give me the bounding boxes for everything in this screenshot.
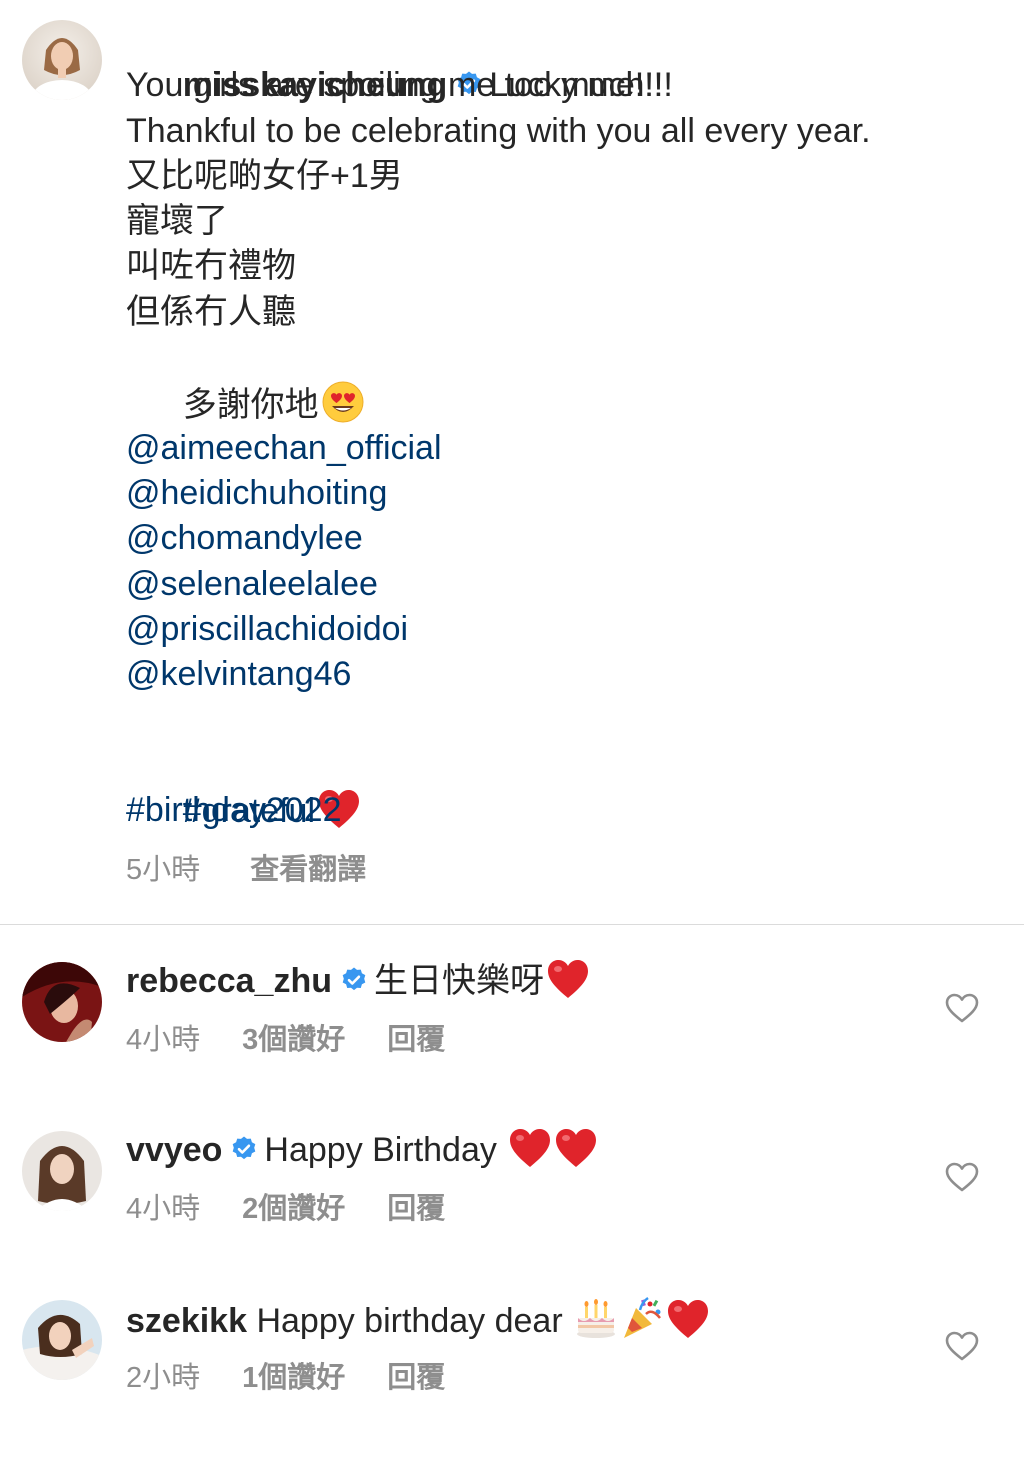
comment-username[interactable]: rebecca_zhu <box>126 962 332 1000</box>
reply-button[interactable]: 回覆 <box>387 1193 445 1225</box>
caption-line: You girls are spoiling me too much!!! <box>126 66 673 105</box>
hashtag-link[interactable]: #birthday2022 <box>126 788 1006 833</box>
comment-item: rebecca_zhu 生日快樂呀 4小時 3個讚好 回覆 <box>0 960 1024 1130</box>
caption-line: 但係冇人聽 <box>126 292 296 331</box>
caption-line: 寵壞了 <box>126 202 228 241</box>
comment-text: Happy birthday dear <box>256 1302 573 1340</box>
comment-item: szekikk Happy birthday dear 2小時 1個讚好 回覆 <box>0 1296 1024 1468</box>
birthday-cake-emoji-icon <box>574 1296 618 1351</box>
comment-timestamp: 4小時 <box>126 1024 201 1056</box>
avatar[interactable] <box>22 1300 102 1380</box>
caption-line: 叫咗冇禮物 <box>126 247 296 286</box>
like-heart-icon[interactable] <box>944 1330 980 1362</box>
comment-timestamp: 4小時 <box>126 1193 201 1225</box>
mention-link[interactable]: @chomandylee <box>126 516 1006 561</box>
avatar[interactable] <box>22 962 102 1042</box>
comment-username[interactable]: vvyeo <box>126 1131 222 1169</box>
red-heart-emoji-icon <box>508 1127 552 1180</box>
caption-line: 又比呢啲女仔+1男 <box>126 156 403 195</box>
avatar[interactable] <box>22 1131 102 1211</box>
like-heart-icon[interactable] <box>944 1161 980 1193</box>
red-heart-emoji-icon <box>666 1298 710 1351</box>
reply-button[interactable]: 回覆 <box>387 1362 445 1394</box>
avatar[interactable] <box>22 20 102 100</box>
reply-button[interactable]: 回覆 <box>387 1024 445 1056</box>
mention-link[interactable]: @aimeechan_official <box>126 426 1006 471</box>
comment-item: vvyeo Happy Birthday 4小時 2個讚好 回覆 <box>0 1129 1024 1299</box>
comment-text: Happy Birthday <box>264 1131 507 1169</box>
like-heart-icon[interactable] <box>944 992 980 1024</box>
comment-likes-count[interactable]: 2個讚好 <box>242 1193 345 1225</box>
verified-badge-icon <box>340 961 368 1005</box>
comment-likes-count[interactable]: 1個讚好 <box>242 1362 345 1394</box>
caption-timestamp: 5小時 <box>126 854 201 886</box>
red-heart-emoji-icon <box>554 1127 598 1180</box>
mention-link[interactable]: @priscillachidoidoi <box>126 607 1006 652</box>
verified-badge-icon <box>230 1130 258 1174</box>
comment-timestamp: 2小時 <box>126 1362 201 1394</box>
comment-likes-count[interactable]: 3個讚好 <box>242 1024 345 1056</box>
red-heart-emoji-icon <box>546 958 590 1011</box>
mention-link[interactable]: @heidichuhoiting <box>126 471 1006 516</box>
mention-link[interactable]: @selenaleelalee <box>126 562 1006 607</box>
caption-line: Thankful to be celebrating with you all … <box>126 111 871 150</box>
divider <box>0 924 1024 925</box>
comment-text: 生日快樂呀 <box>374 962 544 1000</box>
party-popper-emoji-icon <box>620 1296 664 1351</box>
caption-meta: 5小時 查看翻譯 <box>126 846 366 888</box>
comment-username[interactable]: szekikk <box>126 1302 247 1340</box>
post-caption: misskayicheung Lucky me!!! You girls are … <box>0 0 1024 925</box>
mention-link[interactable]: @kelvintang46 <box>126 652 1006 697</box>
see-translation-link[interactable]: 查看翻譯 <box>250 846 366 888</box>
caption-line: 多謝你地 <box>182 386 319 425</box>
